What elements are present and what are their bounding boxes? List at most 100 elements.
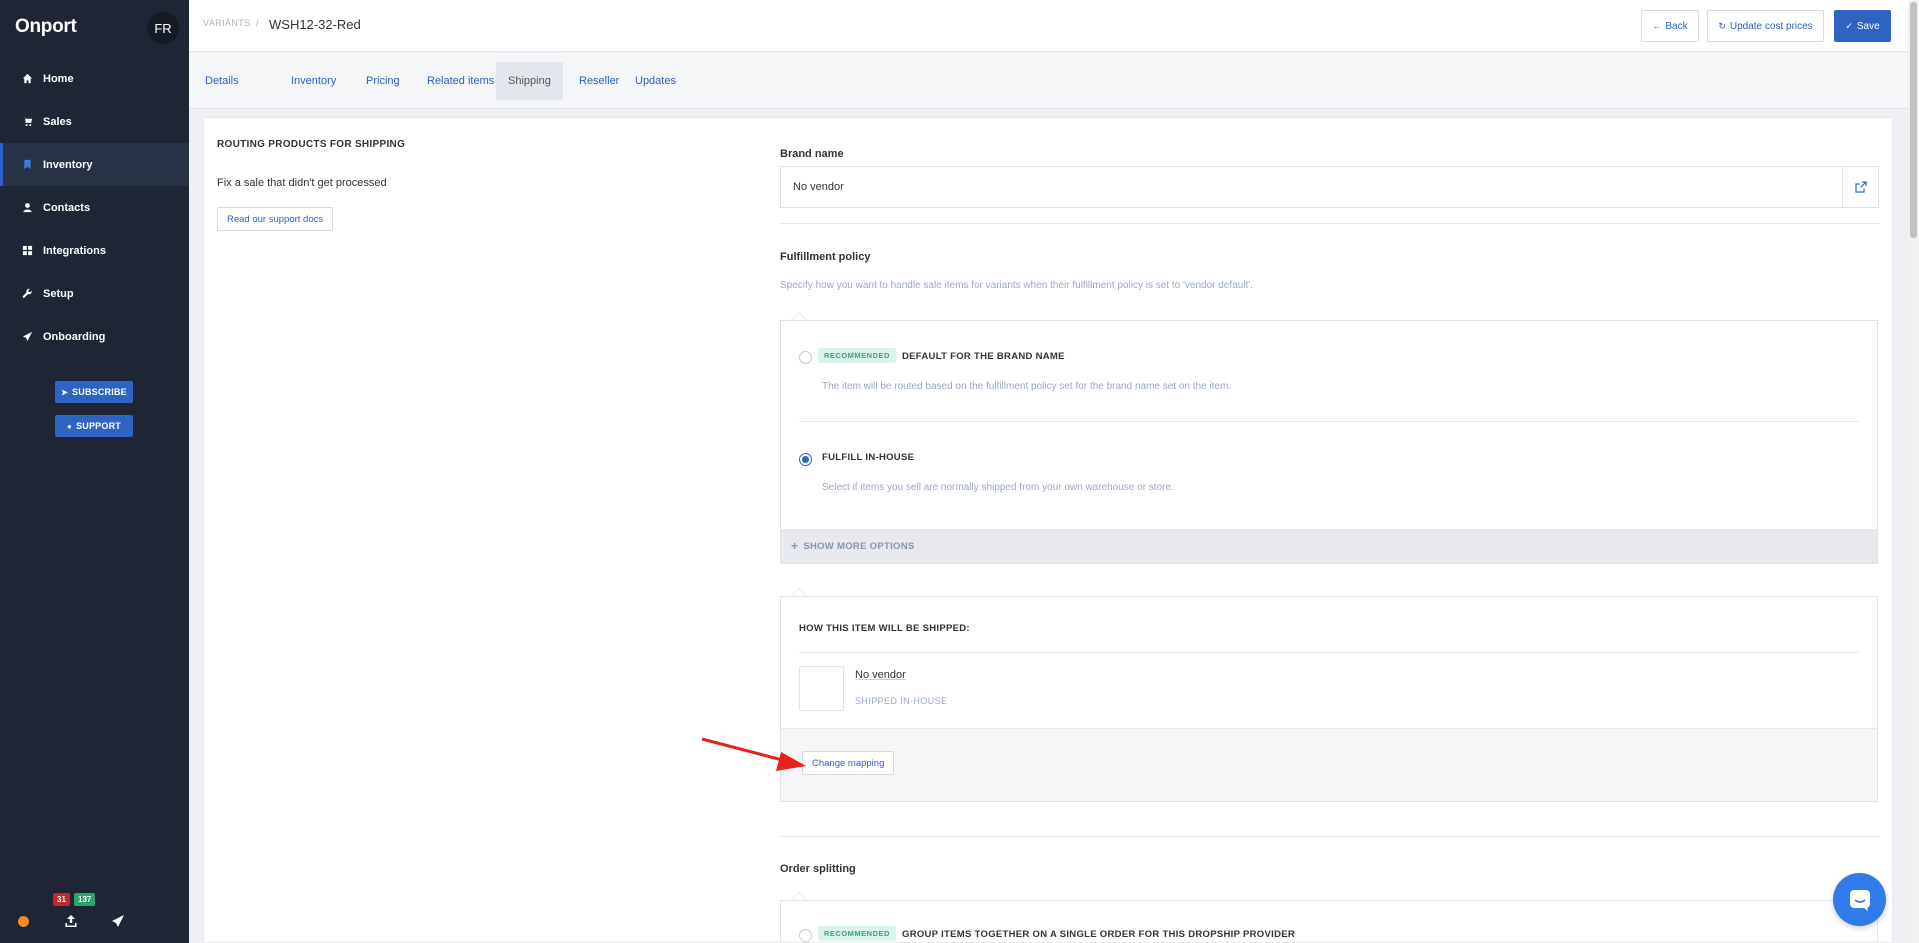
recommended-badge: RECOMMENDED [818, 348, 896, 363]
tab-bar: Details Inventory Pricing Related items … [189, 53, 1908, 109]
sidebar-item-inventory[interactable]: Inventory [0, 143, 189, 186]
sidebar-item-label: Contacts [43, 201, 91, 214]
update-cost-label: Update cost prices [1729, 20, 1813, 32]
plus-icon: + [791, 539, 799, 553]
subscribe-label: SUBSCRIBE [72, 387, 127, 397]
notification-badge-green: 137 [74, 893, 96, 906]
back-label: Back [1665, 20, 1688, 32]
page-title: WSH12-32-Red [269, 17, 361, 32]
vendor-link[interactable]: No vendor [855, 669, 906, 681]
show-more-options-button[interactable]: + SHOW MORE OPTIONS [781, 529, 1877, 563]
chat-icon [1849, 889, 1870, 911]
fulfillment-policy-label: Fulfillment policy [780, 251, 871, 263]
grid-icon [20, 244, 34, 258]
rocket-icon [20, 330, 34, 344]
send-icon: ➤ [61, 387, 69, 397]
pointer-notch [791, 588, 807, 596]
sidebar-nav: Home Sales Inventory Contacts Integratio… [0, 57, 189, 358]
option-title-group-items: GROUP ITEMS TOGETHER ON A SINGLE ORDER F… [902, 929, 1296, 940]
recommended-badge: RECOMMENDED [818, 926, 896, 941]
bookmark-icon [20, 158, 34, 172]
support-button[interactable]: ● SUPPORT [55, 415, 133, 437]
sidebar-item-contacts[interactable]: Contacts [0, 186, 189, 229]
refresh-icon: ↻ [1718, 20, 1726, 31]
sidebar: Onport FR Home Sales Inventory Contacts … [0, 0, 189, 943]
sidebar-item-label: Onboarding [43, 330, 106, 343]
save-label: Save [1856, 20, 1880, 32]
rocket-icon[interactable] [111, 914, 125, 928]
sidebar-item-onboarding[interactable]: Onboarding [0, 315, 189, 358]
section-title: ROUTING PRODUCTS FOR SHIPPING [217, 139, 406, 150]
tab-details[interactable]: Details [193, 62, 251, 100]
help-icon: ● [67, 421, 73, 431]
pointer-notch [791, 892, 807, 900]
external-link-icon [1854, 181, 1867, 193]
chat-launcher-button[interactable] [1833, 873, 1886, 926]
notification-badge-red: 31 [53, 893, 70, 906]
divider [799, 652, 1859, 653]
divider [780, 836, 1880, 837]
mapping-footer: Change mapping [781, 728, 1877, 801]
cart-icon [20, 115, 34, 129]
user-icon [20, 201, 34, 215]
check-icon: ✓ [1845, 20, 1853, 31]
sidebar-item-integrations[interactable]: Integrations [0, 229, 189, 272]
breadcrumb[interactable]: VARIANTS [203, 18, 251, 28]
sidebar-item-sales[interactable]: Sales [0, 100, 189, 143]
pointer-notch [791, 312, 807, 320]
top-bar: VARIANTS / WSH12-32-Red ← Back ↻ Update … [189, 0, 1908, 52]
subscribe-button[interactable]: ➤ SUBSCRIBE [55, 381, 133, 403]
sidebar-item-label: Home [43, 72, 74, 85]
tab-related-items[interactable]: Related items [415, 62, 506, 100]
sidebar-item-label: Integrations [43, 244, 106, 257]
support-docs-button[interactable]: Read our support docs [217, 207, 334, 231]
option-desc-fulfill-in-house: Select if items you sell are normally sh… [822, 482, 1174, 493]
fulfillment-options-box: RECOMMENDED DEFAULT FOR THE BRAND NAME T… [780, 320, 1878, 564]
option-title-default-brand: DEFAULT FOR THE BRAND NAME [902, 351, 1065, 362]
back-button[interactable]: ← Back [1641, 10, 1699, 42]
shipping-mapping-box: HOW THIS ITEM WILL BE SHIPPED: No vendor… [780, 596, 1878, 802]
brand-name-field[interactable]: No vendor [780, 166, 1843, 208]
external-link-button[interactable] [1843, 166, 1879, 208]
vendor-thumbnail [799, 666, 844, 711]
tab-reseller[interactable]: Reseller [567, 62, 631, 100]
order-splitting-label: Order splitting [780, 863, 856, 875]
breadcrumb-separator: / [256, 18, 259, 28]
sidebar-item-home[interactable]: Home [0, 57, 189, 100]
update-cost-prices-button[interactable]: ↻ Update cost prices [1707, 10, 1824, 42]
option-title-fulfill-in-house: FULFILL IN-HOUSE [822, 452, 915, 463]
status-dot [18, 916, 29, 927]
shipping-mapping-title: HOW THIS ITEM WILL BE SHIPPED: [799, 623, 970, 634]
sidebar-item-label: Setup [43, 287, 74, 300]
sidebar-item-label: Sales [43, 115, 72, 128]
brand-logo[interactable]: Onport [15, 16, 77, 38]
scrollbar[interactable] [1908, 0, 1919, 943]
home-icon [20, 72, 34, 86]
section-description: Fix a sale that didn't get processed [217, 177, 387, 189]
option-desc-default-brand: The item will be routed based on the ful… [822, 381, 1232, 392]
radio-default-brand[interactable] [799, 351, 812, 364]
divider [780, 223, 1880, 224]
support-label: SUPPORT [76, 421, 121, 431]
arrow-left-icon: ← [1652, 21, 1662, 31]
user-avatar[interactable]: FR [147, 12, 179, 44]
upload-icon[interactable] [64, 914, 78, 928]
sidebar-item-label: Inventory [43, 158, 93, 171]
wrench-icon [20, 287, 34, 301]
sidebar-item-setup[interactable]: Setup [0, 272, 189, 315]
show-more-label: SHOW MORE OPTIONS [803, 540, 915, 552]
order-splitting-box: RECOMMENDED GROUP ITEMS TOGETHER ON A SI… [780, 900, 1878, 942]
tab-updates[interactable]: Updates [623, 62, 688, 100]
divider [799, 421, 1859, 422]
tab-pricing[interactable]: Pricing [354, 62, 412, 100]
brand-name-label: Brand name [780, 148, 844, 160]
radio-group-items[interactable] [799, 929, 812, 942]
radio-fulfill-in-house[interactable] [799, 453, 812, 466]
shipping-status: SHIPPED IN-HOUSE [855, 696, 948, 706]
change-mapping-button[interactable]: Change mapping [802, 751, 895, 775]
save-button[interactable]: ✓ Save [1834, 10, 1891, 42]
tab-shipping[interactable]: Shipping [496, 62, 563, 100]
scrollbar-thumb[interactable] [1910, 2, 1917, 238]
shipping-panel: ROUTING PRODUCTS FOR SHIPPING Fix a sale… [203, 117, 1893, 943]
tab-inventory[interactable]: Inventory [279, 62, 348, 100]
